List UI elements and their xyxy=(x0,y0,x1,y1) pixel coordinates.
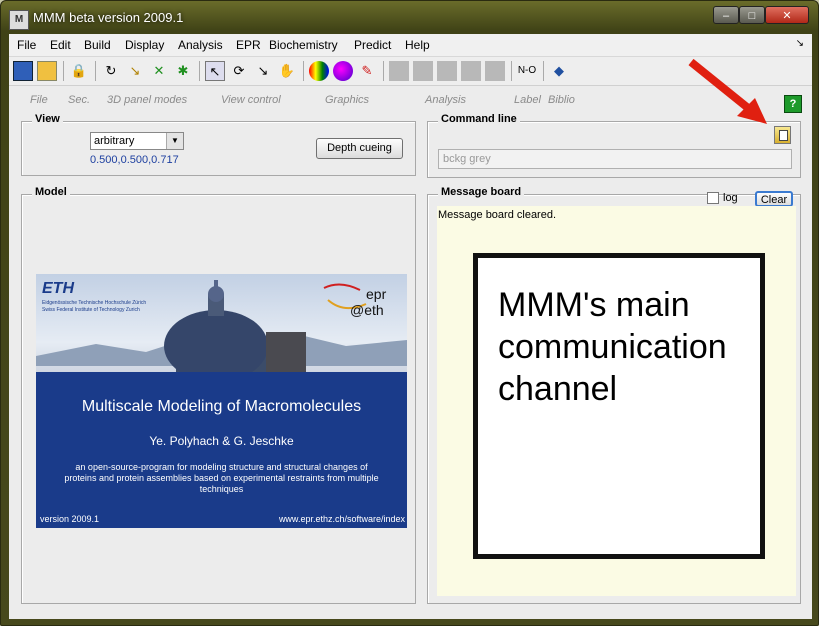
message-board-title: Message board xyxy=(438,186,525,198)
toolbar-dock-icon[interactable]: ↘ xyxy=(796,38,804,49)
menu-analysis[interactable]: Analysis xyxy=(178,38,223,52)
view-panel-title: View xyxy=(32,113,63,125)
annotation-box: MMM's main communication channel xyxy=(473,253,765,559)
spin-label-icon[interactable]: N-O xyxy=(517,61,537,81)
model-panel-title: Model xyxy=(32,186,70,198)
splash-banner: ETH Eidgenössische Technische Hochschule… xyxy=(36,274,407,528)
help-icon[interactable]: ? xyxy=(784,95,802,113)
bond-icon[interactable]: ↘ xyxy=(125,61,145,81)
banner-photo: ETH Eidgenössische Technische Hochschule… xyxy=(36,274,407,372)
menu-epr[interactable]: EPR xyxy=(236,38,261,52)
chevron-down-icon[interactable]: ▼ xyxy=(166,133,183,149)
command-history-icon[interactable] xyxy=(774,126,791,144)
select-atom-icon[interactable]: ✕ xyxy=(149,61,169,81)
tab-sec[interactable]: Sec. xyxy=(68,94,90,106)
disabled-tool-icon[interactable] xyxy=(389,61,409,81)
maximize-button[interactable]: □ xyxy=(739,6,765,24)
window-title: MMM beta version 2009.1 xyxy=(33,10,184,25)
banner-headline: Multiscale Modeling of Macromolecules xyxy=(81,398,362,415)
minimize-button[interactable]: – xyxy=(713,6,739,24)
clear-button[interactable]: Clear xyxy=(755,191,793,207)
menu-bar: File Edit Build Display Analysis EPR Bio… xyxy=(9,34,812,56)
atom-icon[interactable]: ✱ xyxy=(173,61,193,81)
toolbar-separator xyxy=(543,61,544,81)
command-line-title: Command line xyxy=(438,113,520,125)
view-mode-value: arbitrary xyxy=(94,135,135,147)
sphere-icon[interactable] xyxy=(333,61,353,81)
tab-3d-panel-modes[interactable]: 3D panel modes xyxy=(107,94,187,106)
close-button[interactable]: ✕ xyxy=(765,6,809,24)
eth-subtitle-en: Swiss Federal Institute of Technology Zu… xyxy=(42,307,140,313)
message-text: Message board cleared. xyxy=(438,209,557,221)
disabled-tool-icon[interactable] xyxy=(461,61,481,81)
epr-logo-text: epr xyxy=(366,286,387,302)
disabled-tool-icon[interactable] xyxy=(485,61,505,81)
tab-graphics[interactable]: Graphics xyxy=(325,94,369,106)
menu-help[interactable]: Help xyxy=(405,38,430,52)
tab-analysis[interactable]: Analysis xyxy=(425,94,466,106)
app-icon: M xyxy=(9,10,29,30)
tab-file[interactable]: File xyxy=(30,94,48,106)
disabled-tool-icon[interactable] xyxy=(437,61,457,81)
client-area: File Edit Build Display Analysis EPR Bio… xyxy=(9,34,812,619)
banner-version: version 2009.1 xyxy=(40,514,100,524)
zoom-icon[interactable]: ↘ xyxy=(253,61,273,81)
lock-icon[interactable]: 🔒 xyxy=(69,61,89,81)
color-icon[interactable] xyxy=(309,61,329,81)
eth-dome-graphic xyxy=(164,280,306,372)
save-icon[interactable] xyxy=(13,61,33,81)
rotate-view-icon[interactable]: ⟳ xyxy=(229,61,249,81)
app-window: M MMM beta version 2009.1 – □ ✕ File Edi… xyxy=(0,0,819,626)
log-checkbox[interactable] xyxy=(707,192,719,204)
menu-build[interactable]: Build xyxy=(84,38,111,52)
view-coordinates: 0.500,0.500,0.717 xyxy=(90,154,179,166)
toolbar-separator xyxy=(63,61,64,81)
toolbar-separator xyxy=(199,61,200,81)
banner-description: an open-source-program for modeling stru… xyxy=(64,462,379,494)
menu-display[interactable]: Display xyxy=(125,38,164,52)
message-board[interactable]: Message board cleared. MMM's main commun… xyxy=(437,206,796,596)
toolbar-separator xyxy=(383,61,384,81)
toolbar-separator xyxy=(303,61,304,81)
banner-authors: Ye. Polyhach & G. Jeschke xyxy=(149,434,294,448)
view-mode-select[interactable]: arbitrary ▼ xyxy=(90,132,184,150)
log-checkbox-label: log xyxy=(723,192,738,204)
tab-biblio[interactable]: Biblio xyxy=(548,94,575,106)
book-icon[interactable]: ◆ xyxy=(549,61,569,81)
command-input[interactable]: bckg grey xyxy=(438,149,792,169)
toolbar-separator xyxy=(511,61,512,81)
label-icon[interactable]: ✎ xyxy=(357,61,377,81)
open-folder-icon[interactable] xyxy=(37,61,57,81)
tab-view-control[interactable]: View control xyxy=(221,94,281,106)
title-bar[interactable]: M MMM beta version 2009.1 – □ ✕ xyxy=(1,1,818,35)
tab-label[interactable]: Label xyxy=(514,94,541,106)
menu-file[interactable]: File xyxy=(17,38,36,52)
disabled-tool-icon[interactable] xyxy=(413,61,433,81)
toolbar-separator xyxy=(95,61,96,81)
menu-predict[interactable]: Predict xyxy=(354,38,391,52)
eth-subtitle-de: Eidgenössische Technische Hochschule Zür… xyxy=(42,300,147,306)
menu-biochemistry[interactable]: Biochemistry xyxy=(269,38,338,52)
depth-cueing-button[interactable]: Depth cueing xyxy=(316,138,403,159)
pointer-icon[interactable]: ↖ xyxy=(205,61,225,81)
banner-url: www.epr.ethz.ch/software/index xyxy=(278,514,405,524)
rotate-icon[interactable]: ↻ xyxy=(101,61,121,81)
hand-pan-icon[interactable]: ✋ xyxy=(277,61,297,81)
annotation-text: MMM's main communication channel xyxy=(498,286,727,408)
red-arrow-annotation xyxy=(688,58,767,124)
eth-logo: ETH xyxy=(42,280,74,297)
menu-edit[interactable]: Edit xyxy=(50,38,71,52)
at-eth-logo-text: @eth xyxy=(350,302,384,318)
